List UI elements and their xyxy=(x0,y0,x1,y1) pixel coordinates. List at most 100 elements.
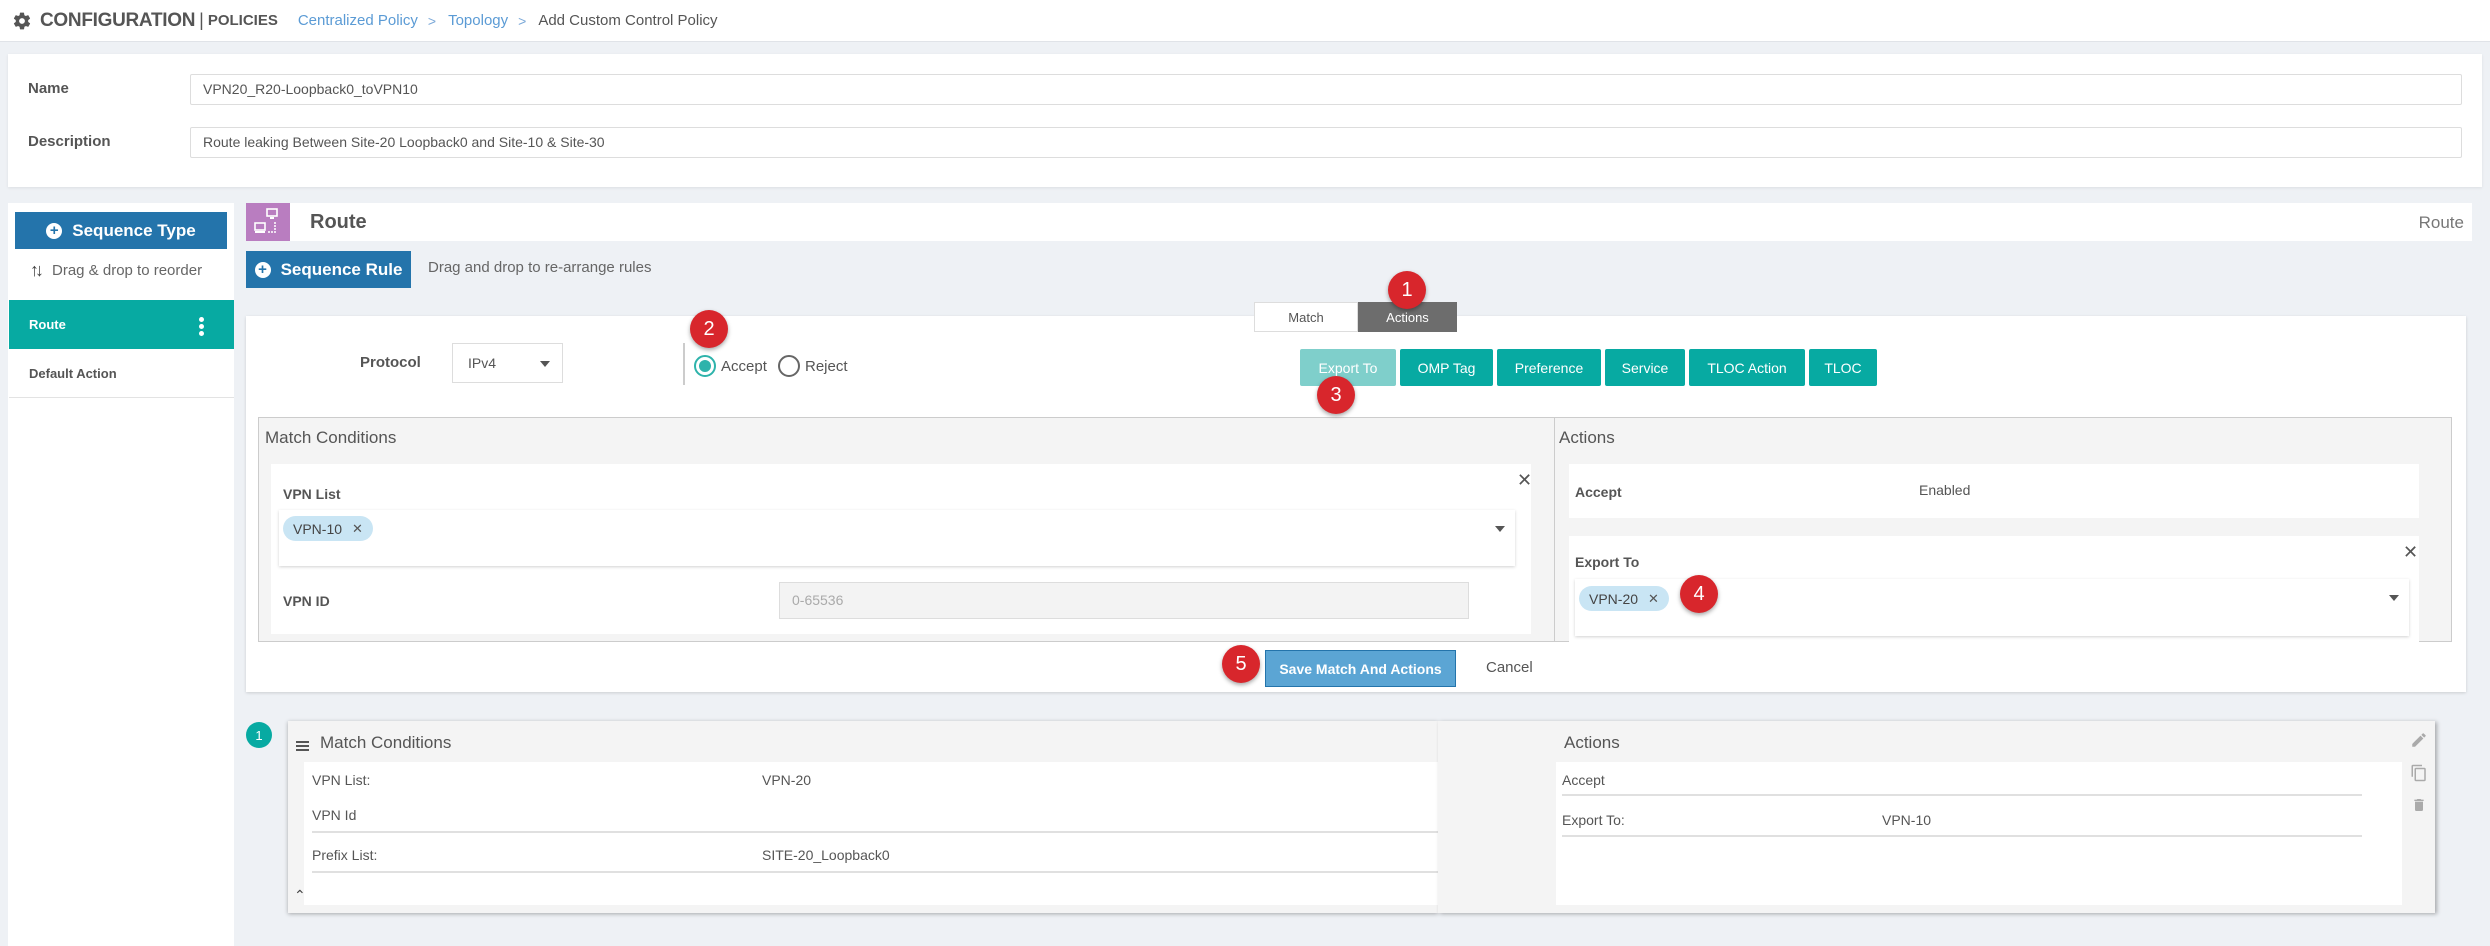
rule-action-label: Accept xyxy=(1562,772,1605,788)
step-badge: 1 xyxy=(1388,271,1426,309)
sidebar-item-label: Default Action xyxy=(29,365,117,381)
sequence-sidebar: + Sequence Type ↑↓ Drag & drop to reorde… xyxy=(8,203,234,946)
protocol-select[interactable]: IPv4 xyxy=(452,343,563,383)
action-type-buttons: Export To OMP Tag Preference Service TLO… xyxy=(1300,349,1877,386)
service-button[interactable]: Service xyxy=(1605,349,1685,386)
caret-down-icon xyxy=(2389,595,2399,601)
accept-action: Accept Enabled xyxy=(1569,464,2419,518)
vpn-list-select[interactable]: VPN-10 ✕ xyxy=(279,510,1515,566)
accept-action-value: Enabled xyxy=(1919,482,1971,498)
tloc-button[interactable]: TLOC xyxy=(1809,349,1877,386)
row-divider xyxy=(312,831,1438,833)
top-bar: CONFIGURATION | POLICIES Centralized Pol… xyxy=(0,0,2490,42)
vpn-id-label: VPN ID xyxy=(283,593,330,609)
rule-match-value: SITE-20_Loopback0 xyxy=(762,847,890,863)
match-conditions-title: Match Conditions xyxy=(265,428,397,447)
step-badge: 2 xyxy=(690,310,728,348)
caret-down-icon xyxy=(1495,526,1505,532)
breadcrumb-separator: > xyxy=(427,12,437,29)
step-badge: 5 xyxy=(1222,645,1260,683)
reject-radio[interactable]: Reject xyxy=(778,355,848,377)
sidebar-item-default-action[interactable]: Default Action xyxy=(9,349,234,398)
vpn-list-chip: VPN-10 ✕ xyxy=(283,516,373,541)
rule-match-title: Match Conditions xyxy=(320,733,452,752)
step-badge: 4 xyxy=(1680,575,1718,613)
sequence-rule-label: Sequence Rule xyxy=(280,259,403,279)
omp-tag-button[interactable]: OMP Tag xyxy=(1400,349,1493,386)
breadcrumb-separator: > xyxy=(518,12,527,29)
plus-circle-icon: + xyxy=(254,261,271,278)
tloc-action-button[interactable]: TLOC Action xyxy=(1689,349,1805,386)
app-title: CONFIGURATION xyxy=(40,9,196,31)
reorder-arrows-icon: ↑↓ xyxy=(30,260,44,280)
route-header: Route Route xyxy=(246,203,2472,241)
chip-label: VPN-10 xyxy=(293,520,343,537)
rule-match-label: Prefix List: xyxy=(312,847,378,863)
export-to-chip: VPN-20 ✕ xyxy=(1579,586,1669,611)
breadcrumb-centralized-policy[interactable]: Centralized Policy xyxy=(298,12,418,29)
rule-match-label: VPN Id xyxy=(312,807,357,823)
caret-down-icon xyxy=(540,361,550,367)
reject-radio-label: Reject xyxy=(805,357,848,375)
tab-match[interactable]: Match xyxy=(1254,302,1358,332)
sequence-number: 1 xyxy=(246,722,272,748)
sidebar-item-label: Route xyxy=(29,317,66,332)
accept-action-label: Accept xyxy=(1575,484,1622,500)
protocol-value: IPv4 xyxy=(468,355,497,371)
copy-icon[interactable] xyxy=(2410,763,2428,783)
vpn-list-label: VPN List xyxy=(283,486,341,502)
drag-handle-icon[interactable] xyxy=(296,741,309,753)
rule-action-label: Export To: xyxy=(1562,812,1625,828)
row-divider xyxy=(1562,794,2362,796)
description-input[interactable]: Route leaking Between Site-20 Loopback0 … xyxy=(190,127,2462,158)
match-conditions-panel: Match Conditions VPN List ✕ VPN-10 ✕ VPN… xyxy=(258,417,1554,642)
policy-details-card: Name VPN20_R20-Loopback0_toVPN10 Descrip… xyxy=(8,54,2482,187)
vpn-id-input[interactable]: 0-65536 xyxy=(779,582,1469,619)
description-label: Description xyxy=(28,133,111,150)
chip-label: VPN-20 xyxy=(1589,590,1639,607)
sequence-type-label: Sequence Type xyxy=(72,220,196,240)
more-options-icon[interactable] xyxy=(199,317,204,338)
reorder-hint-text: Drag & drop to reorder xyxy=(52,262,203,279)
delete-icon[interactable] xyxy=(2411,795,2427,815)
edit-icon[interactable] xyxy=(2410,731,2428,749)
remove-chip-icon[interactable]: ✕ xyxy=(352,521,363,537)
route-icon xyxy=(246,203,290,241)
sidebar-item-route[interactable]: Route xyxy=(9,300,234,349)
sequence-rule-button[interactable]: + Sequence Rule xyxy=(246,251,411,288)
accept-radio[interactable]: Accept xyxy=(694,355,767,377)
rule-actions-title: Actions xyxy=(1564,733,1620,752)
actions-title: Actions xyxy=(1559,428,1615,447)
section-title: POLICIES xyxy=(207,12,278,29)
close-icon[interactable]: ✕ xyxy=(1517,470,1532,491)
cancel-button[interactable]: Cancel xyxy=(1486,659,1533,676)
close-icon[interactable]: ✕ xyxy=(2403,542,2418,563)
rule-action-value: VPN-10 xyxy=(1882,812,1932,828)
vpn-list-condition: VPN List ✕ VPN-10 ✕ VPN ID 0-65536 xyxy=(271,464,1532,634)
name-input[interactable]: VPN20_R20-Loopback0_toVPN10 xyxy=(190,74,2462,105)
row-divider xyxy=(312,871,1438,873)
breadcrumb-topology[interactable]: Topology xyxy=(448,12,508,29)
sequence-type-button[interactable]: + Sequence Type xyxy=(15,212,227,249)
preference-button[interactable]: Preference xyxy=(1497,349,1601,386)
radio-checked-icon xyxy=(694,355,716,377)
route-title: Route xyxy=(310,211,367,233)
export-to-label: Export To xyxy=(1575,554,1640,570)
protocol-label: Protocol xyxy=(360,354,421,371)
step-badge: 3 xyxy=(1317,376,1355,414)
divider xyxy=(683,343,685,385)
reorder-hint: ↑↓ Drag & drop to reorder xyxy=(30,260,202,281)
rule-actions-card: Actions Accept Export To: VPN-10 xyxy=(1438,721,2435,913)
row-divider xyxy=(1562,835,2362,837)
route-type-label: Route xyxy=(2418,213,2464,232)
radio-unchecked-icon xyxy=(778,355,800,377)
name-label: Name xyxy=(28,80,69,97)
save-match-and-actions-button[interactable]: Save Match And Actions xyxy=(1265,650,1456,687)
rule-match-card[interactable]: Match Conditions VPN List: VPN-20 VPN Id… xyxy=(288,721,1438,913)
collapse-chevron-icon[interactable]: ⌃ xyxy=(294,887,306,904)
rearrange-hint: Drag and drop to re-arrange rules xyxy=(428,259,652,276)
match-actions-tabs: Match Actions xyxy=(1254,302,1457,332)
remove-chip-icon[interactable]: ✕ xyxy=(1648,591,1659,607)
rule-action-details: Accept Export To: VPN-10 xyxy=(1556,762,2402,905)
rule-match-value: VPN-20 xyxy=(762,772,812,788)
